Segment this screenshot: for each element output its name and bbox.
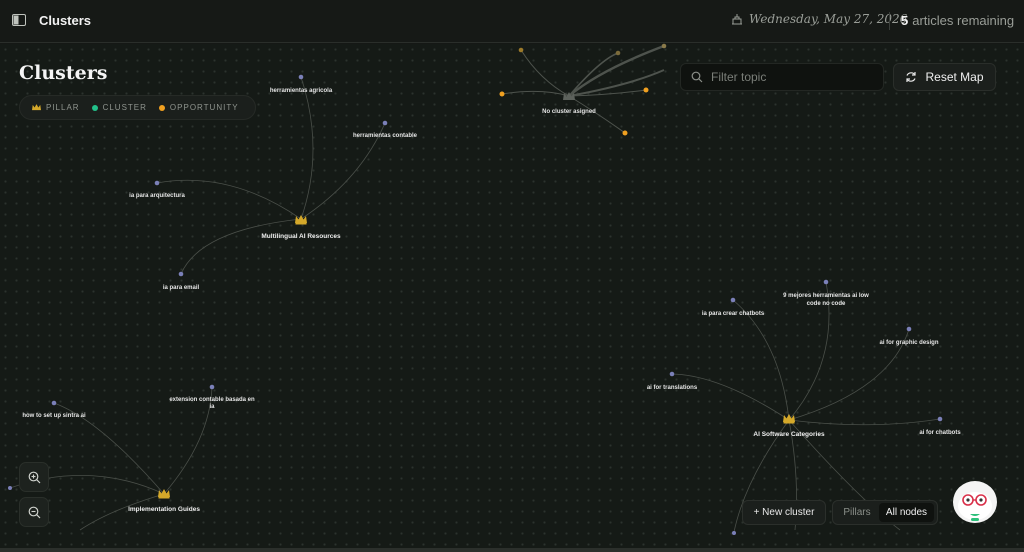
bottom-edge (0, 548, 1024, 552)
view-option-pillars[interactable]: Pillars (835, 503, 879, 522)
pillar-label: Implementation Guides (128, 506, 200, 513)
pillar-label: Multilingual AI Resources (261, 233, 341, 240)
legend-pillar: PILLAR (32, 103, 80, 112)
new-cluster-button[interactable]: + New cluster (742, 500, 826, 525)
crown-icon (32, 104, 41, 111)
canvas-heading: Clusters (19, 62, 108, 84)
zoom-out-icon (28, 506, 40, 518)
graph-node[interactable] (518, 47, 524, 53)
graph-edge (568, 69, 665, 97)
opportunity-node[interactable] (499, 91, 505, 97)
node-label: herramientas contable (353, 133, 418, 139)
opportunity-node[interactable] (622, 130, 628, 136)
graph-edge (156, 179, 302, 220)
graph-node[interactable] (298, 74, 304, 80)
legend-opportunity-label: OPPORTUNITY (169, 103, 239, 112)
graph-node[interactable] (730, 297, 736, 303)
graph-node[interactable] (937, 416, 943, 422)
graph-node[interactable] (178, 271, 184, 277)
graph-edge (788, 418, 941, 426)
graph-edge (732, 299, 790, 421)
legend: PILLAR CLUSTER OPPORTUNITY (19, 95, 256, 120)
graph-edge (671, 373, 790, 421)
zoom-in-button[interactable] (19, 462, 49, 492)
pillar-label: AI Software Categories (753, 431, 825, 438)
legend-cluster-label: CLUSTER (102, 103, 147, 112)
graph-node[interactable] (732, 531, 736, 535)
cluster-dot-icon (91, 104, 98, 111)
node-label: ia para arquitectura (129, 193, 185, 199)
legend-opportunity: OPPORTUNITY (158, 103, 239, 112)
filter-topic-input[interactable] (711, 70, 871, 84)
graph-node[interactable] (823, 279, 829, 285)
search-icon (691, 71, 703, 83)
node-label: ai for chatbots (919, 430, 961, 436)
refresh-icon (906, 72, 917, 82)
graph-node[interactable] (615, 50, 621, 56)
graph-node[interactable] (382, 120, 388, 126)
node-label: extension contable basada en ia (169, 397, 255, 410)
node-label: how to set up sintra ai (22, 413, 86, 419)
graph-node[interactable] (209, 384, 215, 390)
graph-edge (520, 49, 570, 97)
graph-edge (501, 90, 570, 97)
node-label: herramientas agricola (270, 88, 333, 94)
legend-pillar-label: PILLAR (46, 103, 80, 112)
reset-map-button[interactable]: Reset Map (893, 63, 996, 91)
node-label: 9 mejores herramientas ai low code no cod… (783, 293, 869, 307)
graph-node[interactable] (51, 400, 57, 406)
node-label: ai for graphic design (879, 340, 938, 346)
graph-node[interactable] (669, 371, 675, 377)
opportunity-dot-icon (158, 104, 165, 111)
node-label: ia para crear chatbots (702, 311, 765, 317)
graph-edge (300, 76, 314, 220)
node-label: ia para email (163, 285, 200, 291)
filter-topic-search[interactable] (680, 63, 884, 91)
graph-node[interactable] (661, 43, 667, 49)
opportunity-node[interactable] (643, 87, 649, 93)
graph-node[interactable] (8, 486, 12, 490)
graph-node[interactable] (154, 180, 160, 186)
legend-cluster: CLUSTER (91, 103, 147, 112)
view-toggle[interactable]: Pillars All nodes (832, 500, 938, 525)
view-option-all-nodes[interactable]: All nodes (879, 503, 934, 522)
zoom-out-button[interactable] (19, 497, 49, 527)
graph-edge (180, 218, 302, 275)
crown-icon[interactable] (158, 489, 170, 499)
graph-node[interactable] (906, 326, 912, 332)
unassigned-label: No cluster asigned (542, 109, 596, 115)
reset-map-label: Reset Map (925, 70, 984, 84)
zoom-in-icon (28, 471, 40, 483)
graph-edge (163, 386, 213, 495)
node-label: ai for translations (647, 385, 698, 391)
mascot-avatar[interactable] (950, 478, 1000, 526)
